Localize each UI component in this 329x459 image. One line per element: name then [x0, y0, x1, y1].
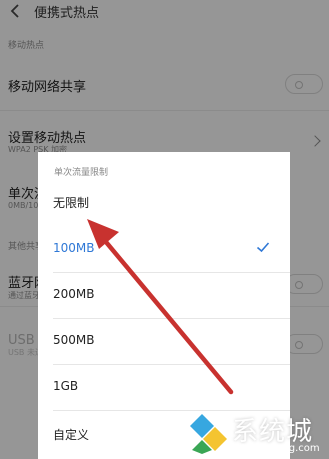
option-1gb[interactable]: 1GB — [38, 365, 290, 411]
watermark-url: xitongcheng.com — [233, 443, 320, 454]
option-label: 200MB — [53, 287, 95, 301]
option-label: 500MB — [53, 333, 95, 347]
option-unlimited[interactable]: 无限制 — [38, 180, 290, 226]
dialog-title: 单次流量限制 — [54, 168, 109, 178]
option-200mb[interactable]: 200MB — [38, 273, 290, 319]
option-label: 自定义 — [53, 428, 90, 442]
option-label: 1GB — [53, 379, 79, 393]
checkmark-icon — [256, 242, 270, 253]
option-label: 无限制 — [53, 196, 90, 210]
watermark: 系统城 xitongcheng.com — [176, 409, 326, 457]
option-100mb[interactable]: 100MB — [38, 227, 290, 273]
option-500mb[interactable]: 500MB — [38, 319, 290, 365]
watermark-logo-icon — [177, 414, 227, 454]
option-label: 100MB — [53, 241, 95, 255]
